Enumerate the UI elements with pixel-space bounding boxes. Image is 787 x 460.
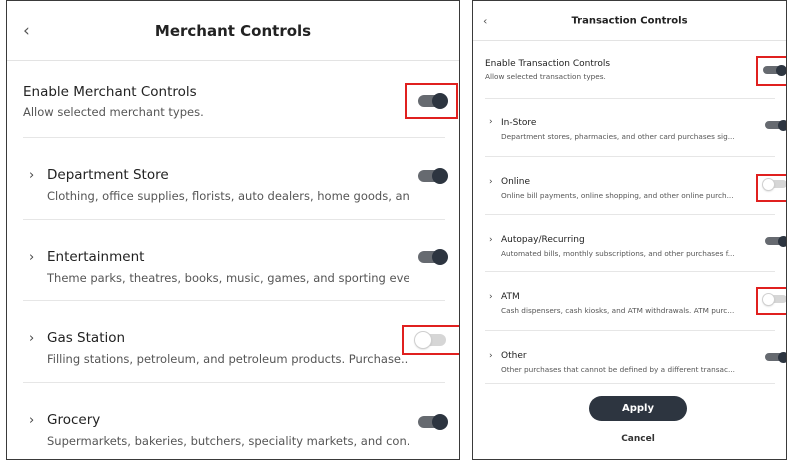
transaction-item-desc: Automated bills, monthly subscriptions, … [501,249,735,258]
merchant-item-entertainment[interactable]: › Entertainment Theme parks, theatres, b… [7,220,459,300]
master-label: Enable Merchant Controls [23,84,197,100]
transaction-item-in-store[interactable]: › In-Store Department stores, pharmacies… [473,99,786,156]
merchant-item-desc: Filling stations, petroleum, and petrole… [47,352,409,366]
transaction-item-name: Autopay/Recurring [501,235,585,245]
transaction-item-desc: Cash dispensers, cash kiosks, and ATM wi… [501,306,735,315]
apply-button[interactable]: Apply [589,396,687,421]
transaction-item-desc: Department stores, pharmacies, and other… [501,132,735,141]
enable-merchant-controls-row: Enable Merchant Controls Allow selected … [7,61,459,138]
autopay-recurring-toggle[interactable] [765,235,786,247]
chevron-right-icon: › [489,177,493,187]
merchant-item-desc: Clothing, office supplies, florists, aut… [47,189,409,203]
transaction-item-other[interactable]: › Other Other purchases that cannot be d… [473,331,786,383]
transaction-item-desc: Other purchases that cannot be defined b… [501,365,735,374]
transaction-item-desc: Online bill payments, online shopping, a… [501,191,734,200]
in-store-toggle[interactable] [765,119,786,131]
transaction-title: Transaction Controls [571,15,688,26]
chevron-right-icon: › [29,331,35,346]
transaction-item-name: In-Store [501,118,537,128]
chevron-right-icon: › [29,250,35,265]
merchant-item-desc: Supermarkets, bakeries, butchers, specia… [47,434,409,448]
toggle-knob [778,351,786,363]
entertainment-toggle[interactable] [418,249,448,265]
cancel-link[interactable]: Cancel [589,434,687,444]
highlight-box [756,174,786,202]
department-store-toggle[interactable] [418,168,448,184]
merchant-item-name: Entertainment [47,249,145,265]
transaction-item-online[interactable]: › Online Online bill payments, online sh… [473,157,786,214]
chevron-right-icon: › [29,168,35,183]
transaction-item-name: Other [501,351,527,361]
toggle-knob [432,168,448,184]
merchant-title: Merchant Controls [154,21,312,40]
chevron-right-icon: › [489,292,493,302]
chevron-right-icon: › [489,117,493,127]
toggle-knob [432,249,448,265]
merchant-item-desc: Theme parks, theatres, books, music, gam… [47,271,409,285]
transaction-item-name: ATM [501,292,520,302]
toggle-knob [778,235,786,247]
other-toggle[interactable] [765,351,786,363]
master-description: Allow selected transaction types. [485,72,606,81]
merchant-item-name: Department Store [47,167,169,183]
highlight-box [756,287,786,315]
transaction-item-atm[interactable]: › ATM Cash dispensers, cash kiosks, and … [473,272,786,330]
transaction-controls-panel: ‹ Transaction Controls Enable Transactio… [472,0,787,460]
enable-transaction-controls-row: Enable Transaction Controls Allow select… [473,41,786,98]
transaction-item-name: Online [501,177,531,187]
divider [485,383,775,384]
toggle-knob [778,119,786,131]
highlight-box [405,83,458,119]
merchant-item-name: Gas Station [47,330,126,346]
toggle-knob [432,414,448,430]
highlight-box [402,325,459,355]
merchant-header: ‹ Merchant Controls [7,1,459,61]
merchant-item-department-store[interactable]: › Department Store Clothing, office supp… [7,138,459,219]
chevron-right-icon: › [29,413,35,428]
chevron-right-icon: › [489,235,493,245]
merchant-item-gas-station[interactable]: › Gas Station Filling stations, petroleu… [7,301,459,382]
chevron-right-icon: › [489,351,493,361]
master-description: Allow selected merchant types. [23,105,204,119]
transaction-header: ‹ Transaction Controls [473,1,786,41]
merchant-item-grocery[interactable]: › Grocery Supermarkets, bakeries, butche… [7,383,459,459]
merchant-controls-panel: ‹ Merchant Controls Enable Merchant Cont… [6,0,460,460]
merchant-item-name: Grocery [47,412,101,428]
highlight-box [756,56,786,86]
master-label: Enable Transaction Controls [485,59,611,69]
transaction-item-autopay-recurring[interactable]: › Autopay/Recurring Automated bills, mon… [473,215,786,271]
grocery-toggle[interactable] [418,414,448,430]
